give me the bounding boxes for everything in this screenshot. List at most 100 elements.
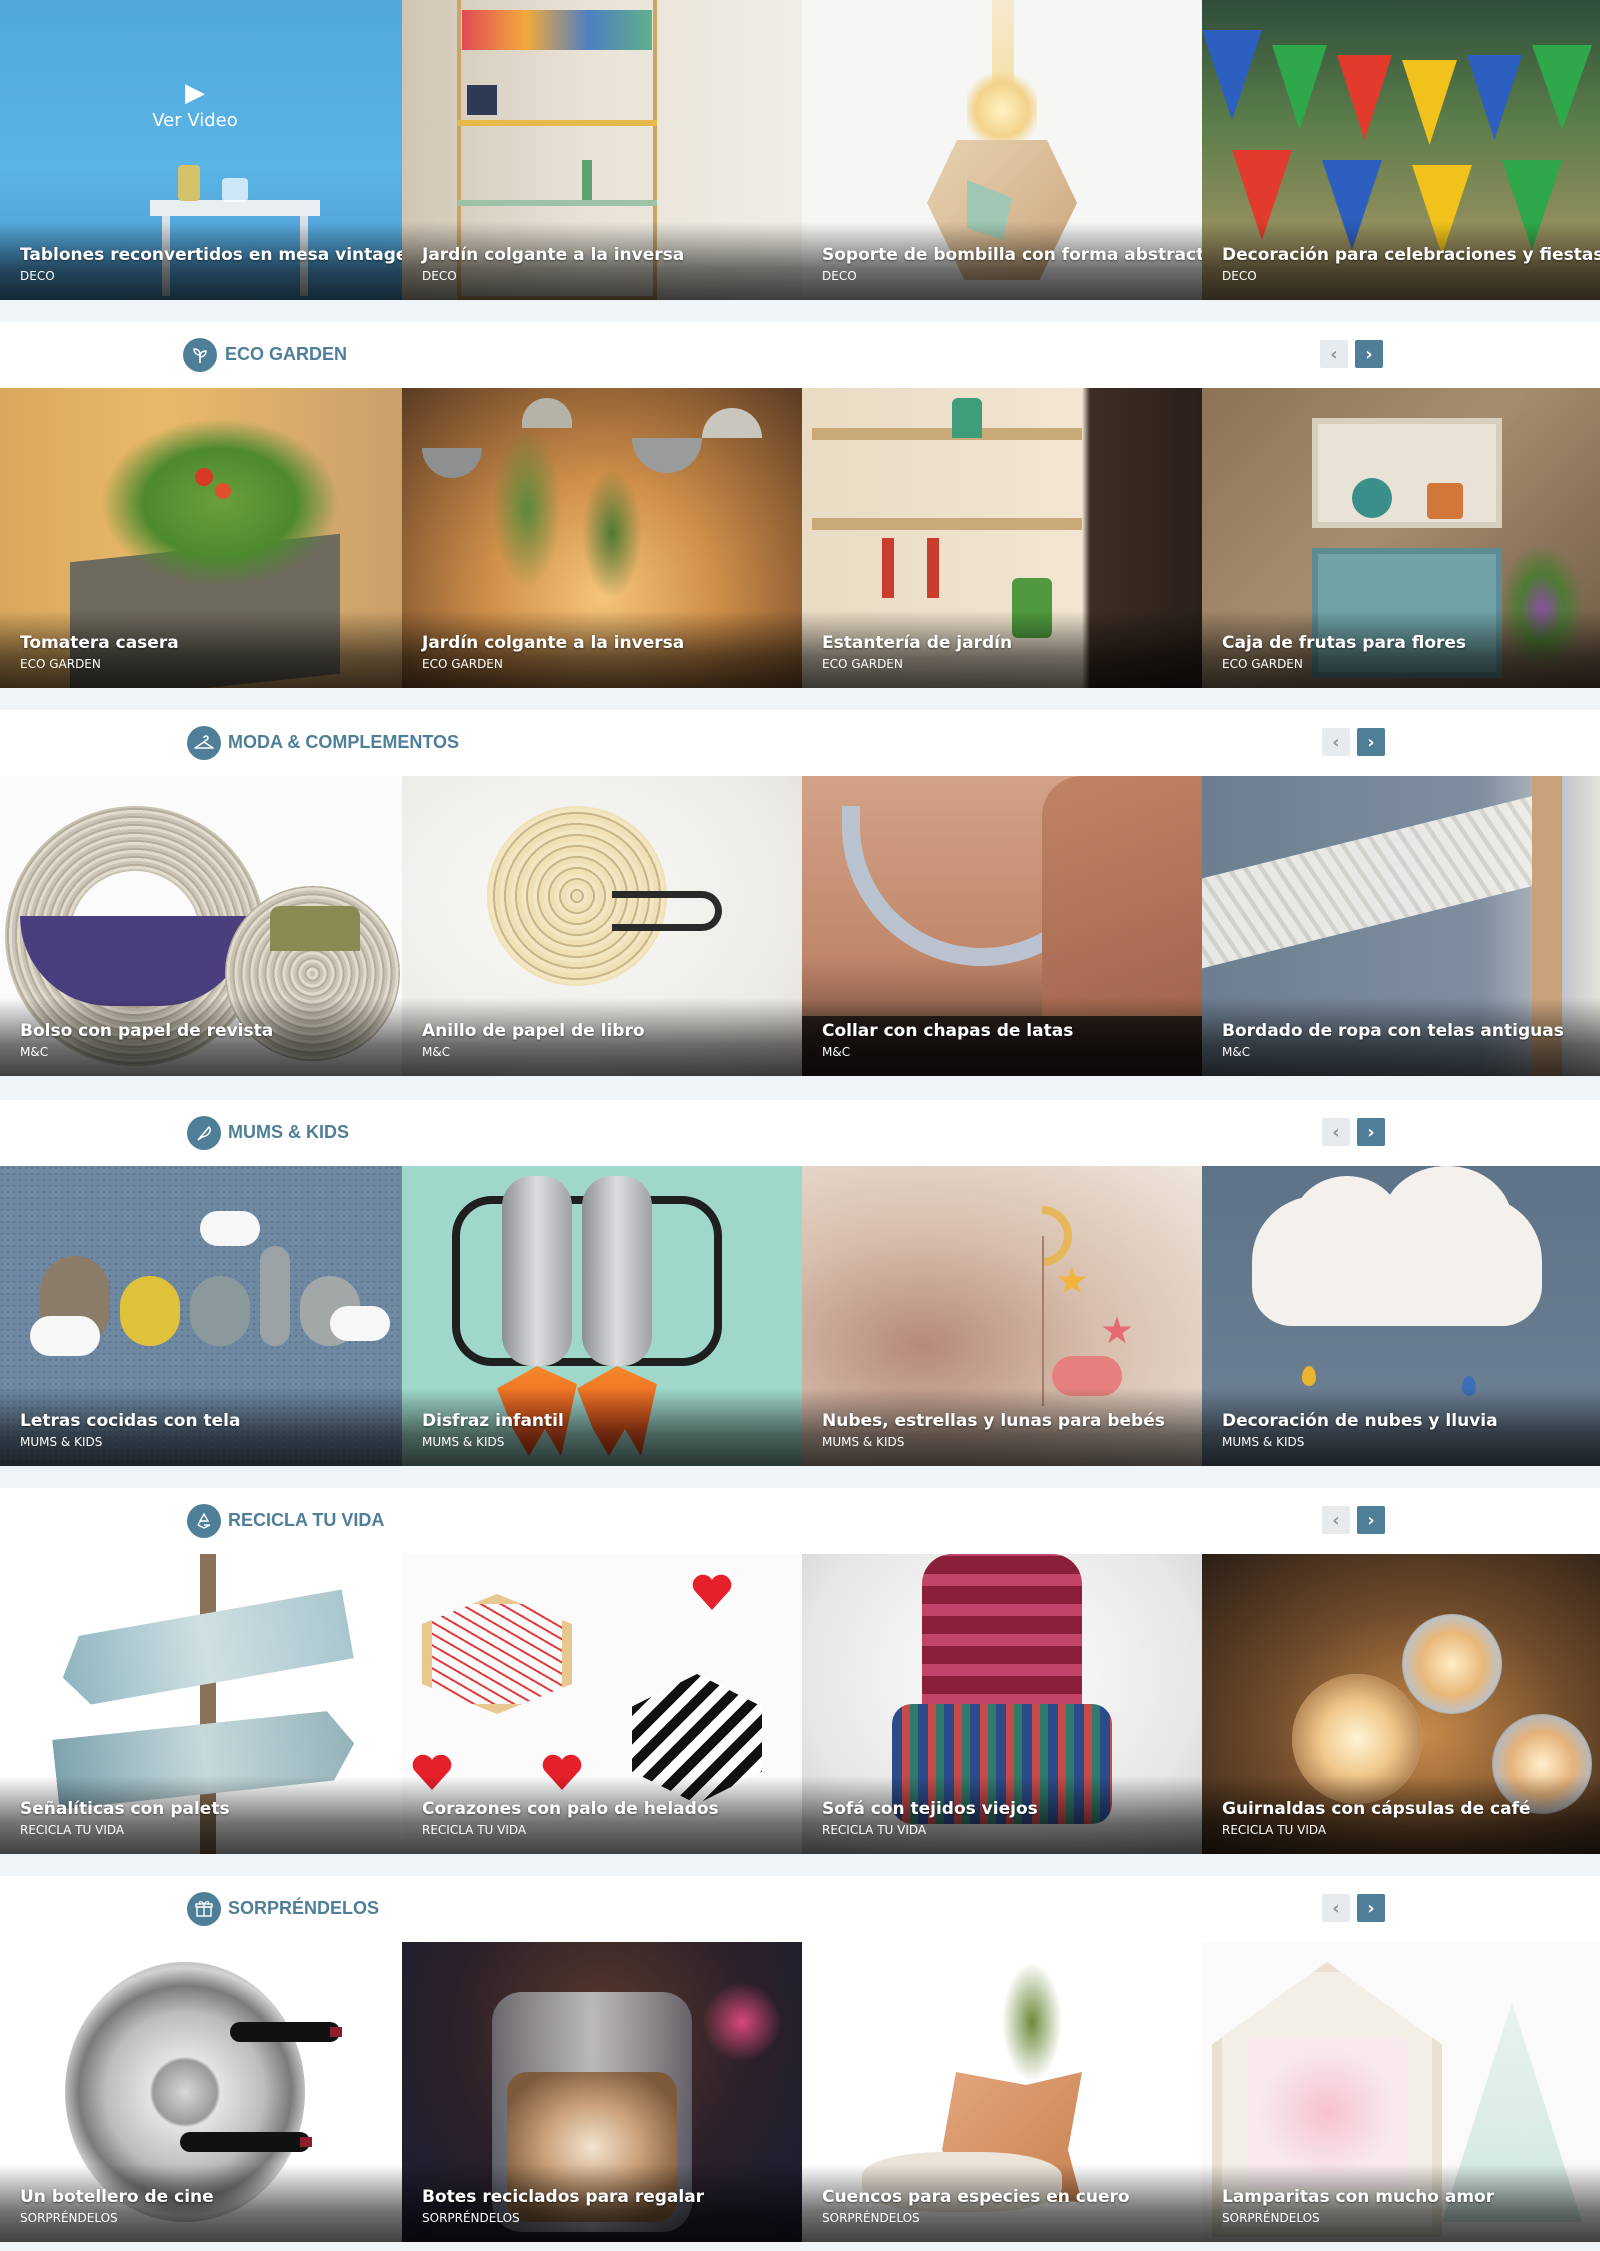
recicla-row: Señalíticas con palets RECICLA TU VIDA C… (0, 1554, 1600, 1854)
carousel-next-button[interactable]: › (1357, 1118, 1385, 1146)
article-category: RECICLA TU VIDA (422, 1823, 527, 1837)
carousel-prev-button[interactable]: ‹ (1322, 1506, 1350, 1534)
article-category: DECO (20, 269, 55, 283)
carousel-prev-button[interactable]: ‹ (1322, 728, 1350, 756)
article-card[interactable]: Guirnaldas con cápsulas de café RECICLA … (1202, 1554, 1600, 1854)
carousel-next-button[interactable]: › (1357, 728, 1385, 756)
article-card[interactable]: Lamparitas con mucho amor SORPRÉNDELOS (1202, 1942, 1600, 2242)
carousel-next-button[interactable]: › (1355, 340, 1383, 368)
article-category: SORPRÉNDELOS (1222, 2211, 1320, 2225)
article-card[interactable]: Señalíticas con palets RECICLA TU VIDA (0, 1554, 402, 1854)
article-card[interactable]: Botes reciclados para regalar SORPRÉNDEL… (402, 1942, 802, 2242)
article-category: SORPRÉNDELOS (822, 2211, 920, 2225)
recycle-icon (187, 1504, 221, 1538)
article-category: ECO GARDEN (1222, 657, 1303, 671)
carousel-next-button[interactable]: › (1357, 1894, 1385, 1922)
article-category: SORPRÉNDELOS (20, 2211, 118, 2225)
article-card[interactable]: Caja de frutas para flores ECO GARDEN (1202, 388, 1600, 688)
moda-row: Bolso con papel de revista M&C Anillo de… (0, 776, 1600, 1076)
play-icon: ▶ (185, 78, 205, 108)
article-card[interactable]: Nubes, estrellas y lunas para bebés MUMS… (802, 1166, 1202, 1466)
article-title: Bolso con papel de revista (20, 1021, 274, 1041)
article-card[interactable]: Collar con chapas de latas M&C (802, 776, 1202, 1076)
article-card[interactable]: Letras cocidas con tela MUMS & KIDS (0, 1166, 402, 1466)
article-card[interactable]: Jardín colgante a la inversa DECO (402, 0, 802, 300)
article-category: MUMS & KIDS (1222, 1435, 1305, 1449)
article-card[interactable]: ▶ Ver Video Tablones reconvertidos en me… (0, 0, 402, 300)
article-card[interactable]: Decoración para celebraciones y fiestas … (1202, 0, 1600, 300)
feather-icon (187, 1116, 221, 1150)
article-card[interactable]: Decoración de nubes y lluvia MUMS & KIDS (1202, 1166, 1600, 1466)
article-title: Corazones con palo de helados (422, 1799, 719, 1819)
article-card[interactable]: Bordado de ropa con telas antiguas M&C (1202, 776, 1600, 1076)
article-title: Sofá con tejidos viejos (822, 1799, 1038, 1819)
article-category: DECO (422, 269, 457, 283)
article-card[interactable]: Un botellero de cine SORPRÉNDELOS (0, 1942, 402, 2242)
article-title: Guirnaldas con cápsulas de café (1222, 1799, 1531, 1819)
article-title: Un botellero de cine (20, 2187, 214, 2207)
sprout-icon (183, 338, 217, 372)
article-title: Soporte de bombilla con forma abstracta (822, 245, 1202, 265)
article-title: Caja de frutas para flores (1222, 633, 1467, 653)
article-category: M&C (1222, 1045, 1251, 1059)
article-category: SORPRÉNDELOS (422, 2211, 520, 2225)
video-label: Ver Video (152, 110, 238, 131)
article-category: ECO GARDEN (822, 657, 903, 671)
article-title: Jardín colgante a la inversa (422, 633, 685, 653)
section-title: ECO GARDEN (225, 344, 348, 364)
article-category: ECO GARDEN (422, 657, 503, 671)
article-title: Señalíticas con palets (20, 1799, 230, 1819)
article-card[interactable]: Tomatera casera ECO GARDEN (0, 388, 402, 688)
article-card[interactable]: Soporte de bombilla con forma abstracta … (802, 0, 1202, 300)
carousel-prev-button[interactable]: ‹ (1322, 1118, 1350, 1146)
article-category: RECICLA TU VIDA (822, 1823, 927, 1837)
section-header-moda-complementos: MODA & COMPLEMENTOS ‹ › (0, 710, 1600, 776)
article-category: RECICLA TU VIDA (1222, 1823, 1327, 1837)
carousel-next-button[interactable]: › (1357, 1506, 1385, 1534)
article-card[interactable]: Disfraz infantil MUMS & KIDS (402, 1166, 802, 1466)
article-card[interactable]: Jardín colgante a la inversa ECO GARDEN (402, 388, 802, 688)
article-card[interactable]: Estantería de jardín ECO GARDEN (802, 388, 1202, 688)
article-title: Nubes, estrellas y lunas para bebés (822, 1411, 1165, 1431)
section-title: RECICLA TU VIDA (228, 1510, 385, 1530)
article-title: Estantería de jardín (822, 633, 1013, 653)
mums-kids-row: Letras cocidas con tela MUMS & KIDS Disf… (0, 1166, 1600, 1466)
article-title: Decoración para celebraciones y fiestas (1222, 245, 1600, 265)
article-card[interactable]: Cuencos para especies en cuero SORPRÉNDE… (802, 1942, 1202, 2242)
article-title: Collar con chapas de latas (822, 1021, 1074, 1041)
article-category: DECO (822, 269, 857, 283)
article-title: Tomatera casera (20, 633, 179, 653)
section-title: SORPRÉNDELOS (228, 1898, 380, 1918)
section-header-recicla: RECICLA TU VIDA ‹ › (0, 1488, 1600, 1554)
section-header-mums-kids: MUMS & KIDS ‹ › (0, 1100, 1600, 1166)
article-title: Letras cocidas con tela (20, 1411, 241, 1431)
carousel-prev-button[interactable]: ‹ (1320, 340, 1348, 368)
article-title: Lamparitas con mucho amor (1222, 2187, 1495, 2207)
section-title: MUMS & KIDS (228, 1122, 349, 1142)
article-title: Cuencos para especies en cuero (822, 2187, 1130, 2207)
article-category: M&C (822, 1045, 851, 1059)
article-title: Disfraz infantil (422, 1411, 564, 1431)
carousel-prev-button[interactable]: ‹ (1322, 1894, 1350, 1922)
sorprendelos-row: Un botellero de cine SORPRÉNDELOS Botes … (0, 1942, 1600, 2242)
article-card[interactable]: Bolso con papel de revista M&C (0, 776, 402, 1076)
article-category: DECO (1222, 269, 1257, 283)
article-category: MUMS & KIDS (20, 1435, 103, 1449)
article-card[interactable]: Anillo de papel de libro M&C (402, 776, 802, 1076)
article-category: ECO GARDEN (20, 657, 101, 671)
article-title: Anillo de papel de libro (422, 1021, 645, 1041)
article-title: Jardín colgante a la inversa (422, 245, 685, 265)
article-title: Tablones reconvertidos en mesa vintage (20, 245, 402, 265)
article-card[interactable]: Sofá con tejidos viejos RECICLA TU VIDA (802, 1554, 1202, 1854)
section-header-sorprendelos: SORPRÉNDELOS ‹ › (0, 1876, 1600, 1942)
article-category: RECICLA TU VIDA (20, 1823, 125, 1837)
play-video-button[interactable]: ▶ Ver Video (150, 80, 240, 131)
gift-icon (187, 1892, 221, 1926)
article-title: Decoración de nubes y lluvia (1222, 1411, 1498, 1431)
article-category: M&C (422, 1045, 451, 1059)
section-title: MODA & COMPLEMENTOS (228, 732, 460, 752)
hanger-icon (187, 726, 221, 760)
article-category: M&C (20, 1045, 49, 1059)
article-card[interactable]: Corazones con palo de helados RECICLA TU… (402, 1554, 802, 1854)
deco-row: ▶ Ver Video Tablones reconvertidos en me… (0, 0, 1600, 300)
